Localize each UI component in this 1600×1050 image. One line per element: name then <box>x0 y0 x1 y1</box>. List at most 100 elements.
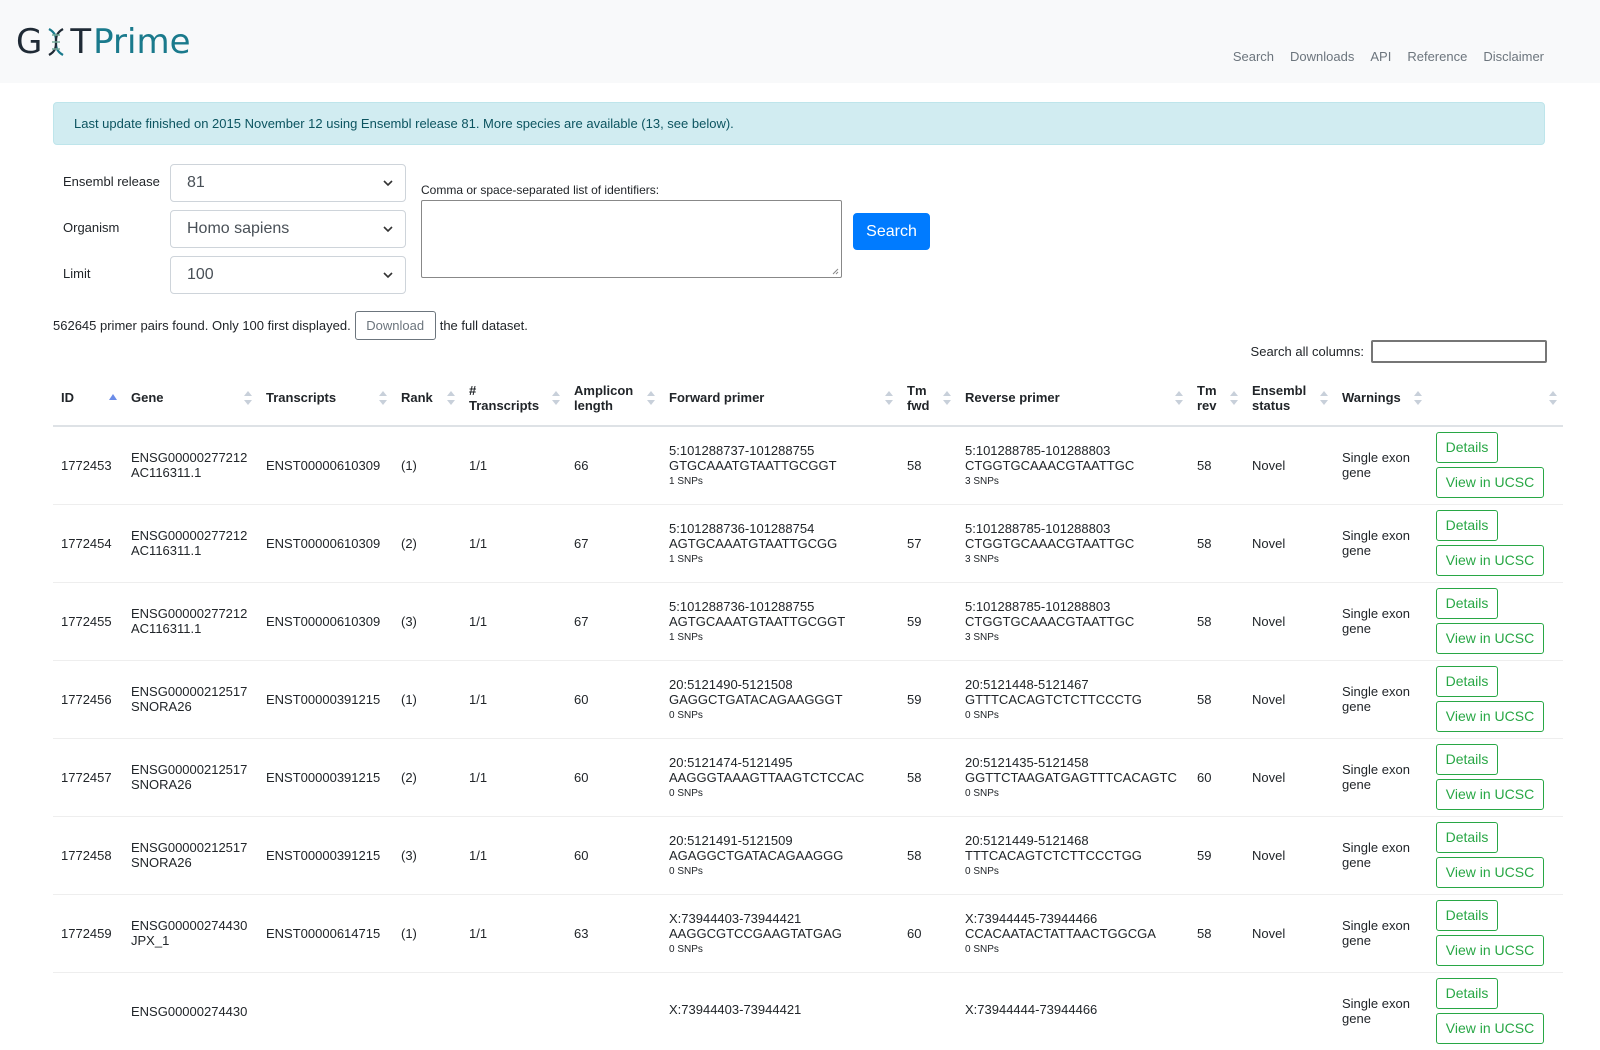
cell-transcript[interactable]: ENST00000391215 <box>258 815 393 894</box>
search-all-input[interactable] <box>1371 340 1547 363</box>
cell-forward-primer: 20:5121491-5121509 AGAGGCTGATACAGAAGGG 0 S… <box>661 815 899 894</box>
col-ntranscripts[interactable]: # Transcripts <box>461 370 566 427</box>
view-ucsc-button[interactable]: View in UCSC <box>1436 857 1544 888</box>
cell-transcript[interactable]: ENST00000391215 <box>258 659 393 738</box>
cell-reverse-primer: X:73944444-73944466 <box>957 971 1189 1050</box>
brand-left: G <box>16 22 43 62</box>
cell-transcript[interactable] <box>258 971 393 1050</box>
gene-id[interactable]: ENSG00000277212 <box>131 450 250 465</box>
cell-gene: ENSG00000277212 AC116311.1 <box>123 581 258 660</box>
limit-label: Limit <box>63 266 91 281</box>
cell-tm-fwd <box>899 971 957 1050</box>
limit-select[interactable]: 100 <box>170 256 406 294</box>
gene-id[interactable]: ENSG00000212517 <box>131 684 250 699</box>
rev-location: 5:101288785-101288803 <box>965 599 1111 614</box>
col-ensembl-status-label: Ensembl status <box>1252 382 1307 413</box>
view-ucsc-button[interactable]: View in UCSC <box>1436 1013 1544 1045</box>
view-ucsc-button[interactable]: View in UCSC <box>1436 467 1544 499</box>
gene-id[interactable]: ENSG00000212517 <box>131 840 250 855</box>
fwd-location: 20:5121491-5121509 <box>669 833 793 848</box>
cell-gene: ENSG00000212517 SNORA26 <box>123 659 258 738</box>
ids-textarea[interactable] <box>421 200 842 278</box>
details-button[interactable]: Details <box>1436 822 1498 853</box>
gene-name: AC116311.1 <box>131 543 202 558</box>
sort-icon <box>1414 390 1422 405</box>
details-button[interactable]: Details <box>1436 666 1498 697</box>
view-ucsc-button[interactable]: View in UCSC <box>1436 545 1544 576</box>
release-label: Ensembl release <box>63 174 160 189</box>
search-button[interactable]: Search <box>853 213 930 250</box>
col-ensembl-status[interactable]: Ensembl status <box>1244 370 1334 427</box>
rev-location: 20:5121435-5121458 <box>965 755 1089 770</box>
cell-id: 1772459 <box>53 893 123 972</box>
col-transcripts[interactable]: Transcripts <box>258 370 393 427</box>
details-button[interactable]: Details <box>1436 588 1498 619</box>
nav-links: Search Downloads API Reference Disclaime… <box>1233 49 1544 64</box>
col-gene[interactable]: Gene <box>123 370 258 427</box>
update-alert: Last update finished on 2015 November 12… <box>53 102 1545 145</box>
view-ucsc-button[interactable]: View in UCSC <box>1436 935 1544 966</box>
fwd-sequence: GTGCAAATGTAATTGCGGT <box>669 458 837 474</box>
cell-transcript[interactable]: ENST00000391215 <box>258 737 393 816</box>
col-gene-label: Gene <box>131 390 164 405</box>
cell-warning: Single exon gene <box>1334 893 1428 972</box>
sort-icon <box>379 390 387 405</box>
cell-reverse-primer: 20:5121448-5121467 GTTTCACAGTCTCTTCCCTG 0 … <box>957 659 1189 738</box>
nav-reference[interactable]: Reference <box>1407 49 1467 64</box>
cell-ntranscripts: 1/1 <box>461 659 566 738</box>
gene-id[interactable]: ENSG00000274430 <box>131 918 250 933</box>
gene-id[interactable]: ENSG00000212517 <box>131 762 250 777</box>
download-button[interactable]: Download <box>354 311 436 340</box>
organism-select[interactable]: Homo sapiens <box>170 210 406 248</box>
nav-downloads[interactable]: Downloads <box>1290 49 1354 64</box>
view-ucsc-button[interactable]: View in UCSC <box>1436 701 1544 732</box>
col-reverse-primer[interactable]: Reverse primer <box>957 370 1189 427</box>
cell-warning: Single exon gene <box>1334 581 1428 660</box>
view-ucsc-button[interactable]: View in UCSC <box>1436 623 1544 654</box>
details-button[interactable]: Details <box>1436 978 1498 1010</box>
sort-icon <box>1230 390 1238 405</box>
col-warnings[interactable]: Warnings <box>1334 370 1428 427</box>
fwd-snps: 1 SNPs <box>669 476 703 488</box>
cell-transcript[interactable]: ENST00000614715 <box>258 893 393 972</box>
cell-tm-fwd: 59 <box>899 581 957 660</box>
nav-search[interactable]: Search <box>1233 49 1274 64</box>
col-amplicon[interactable]: Amplicon length <box>566 370 661 427</box>
nav-disclaimer[interactable]: Disclaimer <box>1483 49 1544 64</box>
col-tm-rev[interactable]: Tm rev <box>1189 370 1244 427</box>
col-id[interactable]: ID <box>53 370 123 427</box>
fwd-location: X:73944403-73944421 <box>669 911 802 926</box>
gene-id[interactable]: ENSG00000277212 <box>131 528 250 543</box>
cell-warning: Single exon gene <box>1334 737 1428 816</box>
col-rank-label: Rank <box>401 390 433 405</box>
col-tm-fwd[interactable]: Tm fwd <box>899 370 957 427</box>
cell-tm-rev: 59 <box>1189 815 1244 894</box>
details-button[interactable]: Details <box>1436 900 1498 931</box>
cell-amplicon <box>566 971 661 1050</box>
gene-id[interactable]: ENSG00000277212 <box>131 606 250 621</box>
brand-logo[interactable]: G T Prime <box>16 22 191 62</box>
cell-reverse-primer: 5:101288785-101288803 CTGGTGCAAACGTAATTGC… <box>957 503 1189 582</box>
col-actions[interactable] <box>1428 370 1563 427</box>
release-select[interactable]: 81 <box>170 164 406 202</box>
resize-grip-icon[interactable] <box>832 268 839 275</box>
rev-sequence: GGTTCTAAGATGAGTTTCACAGTC <box>965 770 1177 785</box>
sort-icon <box>552 390 560 405</box>
details-button[interactable]: Details <box>1436 432 1498 464</box>
gene-id[interactable]: ENSG00000274430 <box>131 1004 250 1019</box>
cell-tm-rev: 58 <box>1189 425 1244 504</box>
nav-api[interactable]: API <box>1370 49 1391 64</box>
cell-transcript[interactable]: ENST00000610309 <box>258 503 393 582</box>
cell-id <box>53 971 123 1050</box>
details-button[interactable]: Details <box>1436 510 1498 541</box>
details-button[interactable]: Details <box>1436 744 1498 775</box>
cell-ntranscripts: 1/1 <box>461 815 566 894</box>
view-ucsc-button[interactable]: View in UCSC <box>1436 779 1544 810</box>
col-rank[interactable]: Rank <box>393 370 461 427</box>
cell-tm-fwd: 57 <box>899 503 957 582</box>
rev-location: 5:101288785-101288803 <box>965 443 1111 459</box>
col-amplicon-label: Amplicon length <box>574 382 634 413</box>
col-forward-primer[interactable]: Forward primer <box>661 370 899 427</box>
cell-transcript[interactable]: ENST00000610309 <box>258 581 393 660</box>
cell-transcript[interactable]: ENST00000610309 <box>258 425 393 504</box>
